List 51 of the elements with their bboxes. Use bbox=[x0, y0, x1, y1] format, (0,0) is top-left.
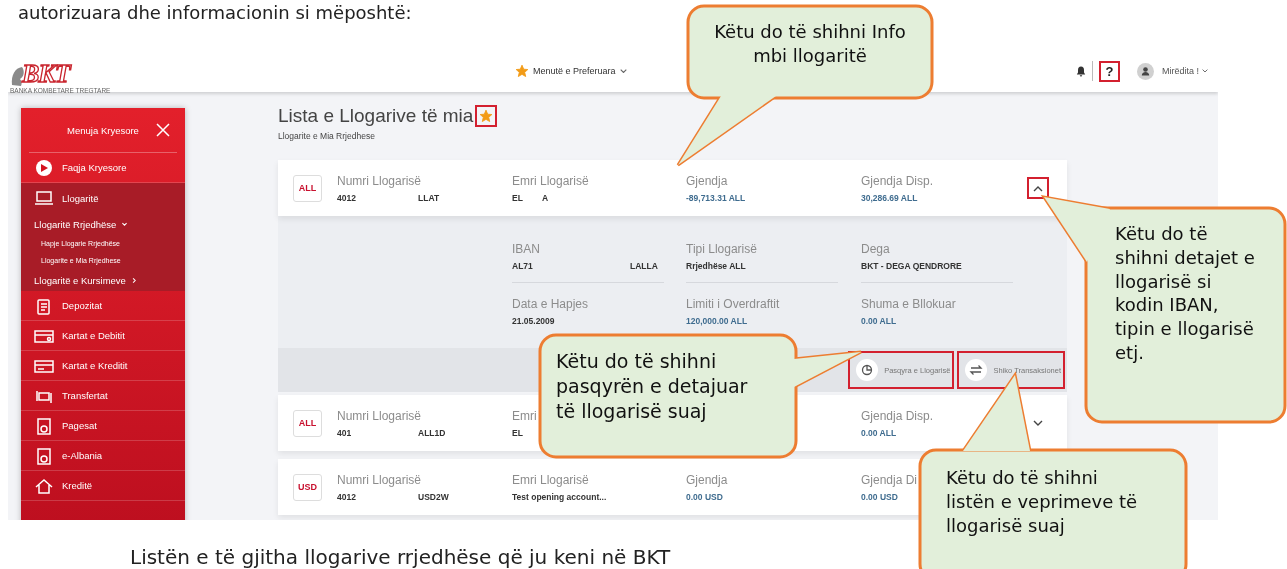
page-subtitle: Llogarite e Mia Rrjedhese bbox=[278, 131, 376, 141]
field-value: USD2W bbox=[418, 491, 449, 502]
callout-text: Këtu do të shihni detajet e llogarisë si kodin IBAN, tipin e llogarisë etj. bbox=[1115, 222, 1256, 365]
field-label: Limiti i Overdraftit bbox=[686, 297, 780, 311]
field-label: Gjendja Disp. bbox=[861, 408, 934, 423]
callout-text: Këtu do të shihni Info mbi llogaritë bbox=[713, 20, 907, 68]
field-value: A bbox=[542, 192, 549, 203]
field-value: 21.05.2009 bbox=[512, 316, 555, 326]
field-label: Shuma e Bllokuar bbox=[861, 297, 956, 311]
field-label: Numri Llogarisë bbox=[337, 408, 422, 423]
field-value: Rrjedhëse ALL bbox=[686, 261, 746, 271]
field-label: Gjendja bbox=[686, 173, 728, 188]
field-value: 30,286.69 ALL bbox=[861, 192, 918, 203]
field-value: AL71 bbox=[512, 261, 534, 271]
field-label: IBAN bbox=[512, 242, 540, 256]
field-label: Numri Llogarisë bbox=[337, 472, 422, 487]
field-value: 120,000.00 ALL bbox=[686, 316, 748, 326]
field-value: 401 bbox=[337, 427, 353, 438]
field-label: Gjendja Disp. bbox=[861, 173, 934, 188]
body-text: Listën e të gjitha llogarive rrjedhëse që ju keni në BKT bbox=[130, 545, 671, 569]
field-label: Emri Llogarisë bbox=[512, 173, 589, 188]
field-value: ALL1D bbox=[418, 427, 446, 438]
field-label: Dega bbox=[861, 242, 890, 256]
field-value: BKT - DEGA QENDRORE bbox=[861, 261, 962, 271]
callout-text: Këtu do të shihni pasqyrën e detajuar të llogarisë suaj bbox=[556, 349, 749, 425]
field-value: 0.00 ALL bbox=[861, 316, 897, 326]
field-label: Gjendja bbox=[686, 472, 728, 487]
field-value: LALLA bbox=[630, 261, 658, 271]
field-label: Data e Hapjes bbox=[512, 297, 589, 311]
field-label: Gjendja Di bbox=[861, 472, 918, 487]
currency-badge: ALL bbox=[293, 174, 322, 202]
currency-badge: USD bbox=[293, 473, 322, 501]
field-value: 0.00 USD bbox=[686, 491, 723, 502]
field-label: Tipi Llogarisë bbox=[686, 242, 757, 256]
field-label: Emri bbox=[512, 408, 537, 423]
field-label: Numri Llogarisë bbox=[337, 173, 422, 188]
field-value: 0.00 USD bbox=[861, 491, 898, 502]
field-value: 4012 bbox=[337, 491, 357, 502]
intro-text: autorizuara dhe informacionin si mëposhtë: bbox=[18, 2, 412, 24]
field-value: LLAT bbox=[418, 192, 440, 203]
page-title: Lista e Llogarive të mia bbox=[278, 105, 474, 127]
currency-badge: ALL bbox=[293, 409, 322, 437]
field-value: EL bbox=[512, 427, 523, 438]
field-label: Emri Llogarisë bbox=[512, 472, 589, 487]
field-value: 4012 bbox=[337, 192, 357, 203]
sidebar-title: Menuja Kryesore bbox=[67, 124, 139, 136]
field-value: EL bbox=[512, 192, 524, 203]
field-value: -89,713.31 ALL bbox=[686, 192, 746, 203]
field-value: Test opening account... bbox=[512, 491, 607, 502]
field-value: 0.00 ALL bbox=[861, 427, 897, 438]
bank-logo: BKT bbox=[22, 61, 70, 87]
